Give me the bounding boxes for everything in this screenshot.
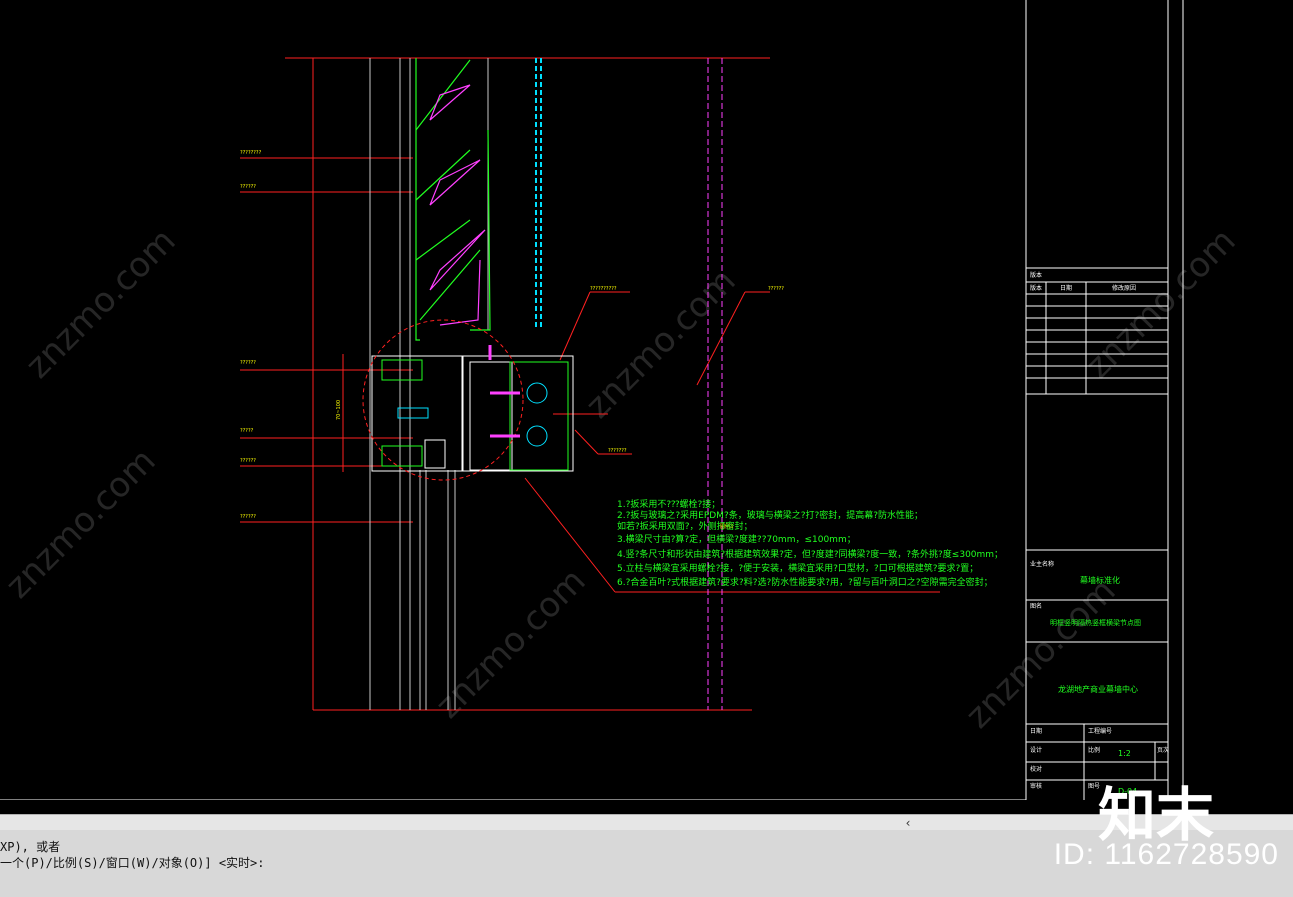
svg-text:????????: ???????? bbox=[240, 150, 262, 156]
note-line: 4.竖?条尺寸和形状由建筑?根据建筑效果?定，但?度建?同横梁?度一致，?条外挑… bbox=[617, 548, 1003, 560]
drawing-svg: znzmo.com znzmo.com znzmo.com znzmo.com … bbox=[0, 0, 1244, 801]
svg-text:幕墙标准化: 幕墙标准化 bbox=[1080, 575, 1120, 585]
design-notes: 1.?扳采用不?⁇螺栓?接； 2.?扳与玻璃之?采用EPDM?条，玻璃与横梁之?… bbox=[617, 498, 1003, 588]
dimension-lines bbox=[240, 57, 940, 711]
transom-detail bbox=[362, 319, 574, 481]
watermark-id: ID: 1162728590 bbox=[1053, 838, 1279, 871]
louvre-blades bbox=[415, 58, 491, 341]
svg-text:??????: ?????? bbox=[768, 286, 784, 292]
command-prompt-line: 一个(P)/比例(S)/窗口(W)/对象(O)] <实时>: bbox=[0, 856, 265, 870]
note-line: 3.横梁尺寸由?算?定，但横梁?度建??70mm，≤100mm； bbox=[617, 533, 856, 545]
watermark-text: znzmo.com bbox=[1078, 221, 1243, 386]
watermark-text: znzmo.com bbox=[958, 571, 1123, 736]
svg-text:修改原因: 修改原因 bbox=[1112, 284, 1136, 292]
svg-text:?????: ????? bbox=[240, 428, 254, 434]
svg-text:??????: ?????? bbox=[240, 360, 256, 366]
svg-text:??????: ?????? bbox=[240, 458, 256, 464]
svg-text:设计: 设计 bbox=[1030, 746, 1042, 754]
svg-text:??????: ?????? bbox=[240, 514, 256, 520]
dimension-labels: ???????? ?????? ?????? ????? ?????? ????… bbox=[240, 150, 784, 530]
svg-text:1:2: 1:2 bbox=[1118, 749, 1131, 758]
watermark-layer: znzmo.com znzmo.com znzmo.com znzmo.com … bbox=[0, 221, 1244, 736]
note-line: 1.?扳采用不?⁇螺栓?接； bbox=[617, 498, 720, 510]
note-line: 6.?合金百叶?式根据建筑?要求?料?选?防水性能要求?用，?留与百叶洞口之?空… bbox=[617, 576, 993, 588]
scroll-left-arrow-icon[interactable]: ‹ bbox=[900, 815, 916, 831]
svg-text:业主名称: 业主名称 bbox=[1030, 560, 1054, 568]
svg-text:审核: 审核 bbox=[1030, 782, 1042, 790]
title-block bbox=[1025, 0, 1184, 800]
cad-drawing-canvas[interactable]: znzmo.com znzmo.com znzmo.com znzmo.com … bbox=[0, 0, 1293, 801]
dim-vertical-label: 70~100 bbox=[336, 400, 342, 420]
svg-text:日期: 日期 bbox=[1060, 284, 1072, 292]
svg-text:日期: 日期 bbox=[1030, 727, 1042, 735]
svg-text:版本: 版本 bbox=[1030, 271, 1042, 279]
note-line: 5.立柱与横梁宜采用螺栓?接，?便于安装，横梁宜采用?口型材，?口可根据建筑?要… bbox=[617, 562, 978, 574]
watermark-text: znzmo.com bbox=[428, 561, 593, 726]
svg-text:??????????: ?????????? bbox=[590, 286, 617, 292]
svg-text:???????: ??????? bbox=[608, 448, 627, 454]
note-line: 2.?扳与玻璃之?采用EPDM?条，玻璃与横梁之?打?密封，提高幕?防水性能； bbox=[617, 509, 923, 521]
svg-text:版本: 版本 bbox=[1030, 284, 1042, 292]
svg-text:图名: 图名 bbox=[1030, 602, 1042, 610]
svg-text:工程编号: 工程编号 bbox=[1088, 727, 1112, 735]
right-wall bbox=[707, 58, 723, 710]
watermark-text: znzmo.com bbox=[18, 221, 183, 386]
svg-text:龙湖地产商业幕墙中心: 龙湖地产商业幕墙中心 bbox=[1058, 684, 1138, 694]
command-history-line: XP), 或者 bbox=[0, 840, 61, 854]
svg-text:??????: ?????? bbox=[240, 184, 256, 190]
svg-text:校对: 校对 bbox=[1030, 765, 1042, 773]
svg-text:明框竖明隔热竖框横梁节点图: 明框竖明隔热竖框横梁节点图 bbox=[1050, 618, 1141, 627]
note-line: 如若?扳采用双面?，外侧打密封； bbox=[617, 520, 753, 532]
glass-panel bbox=[535, 58, 542, 330]
svg-text:页次: 页次 bbox=[1157, 746, 1169, 754]
svg-text:比例: 比例 bbox=[1088, 746, 1100, 754]
watermark-text: znzmo.com bbox=[0, 441, 164, 606]
